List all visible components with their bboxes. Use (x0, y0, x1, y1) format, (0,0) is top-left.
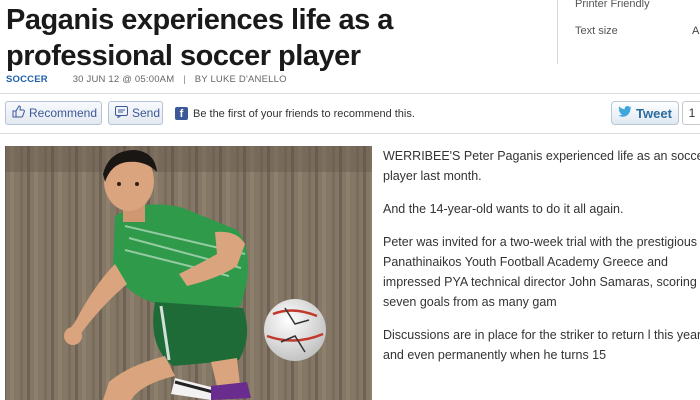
article-tools-panel: Printer Friendly Text size A (557, 0, 700, 64)
divider-bottom (0, 133, 700, 134)
tweet-count-badge: 1 (682, 101, 700, 125)
facebook-icon: f (175, 107, 188, 120)
article-body: WERRIBEE'S Peter Paganis experienced lif… (383, 146, 700, 378)
printer-friendly-link[interactable]: Printer Friendly (575, 0, 650, 10)
twitter-bird-icon (618, 105, 632, 121)
section-link[interactable]: SOCCER (6, 74, 48, 85)
meta-separator: | (183, 74, 186, 85)
publish-date: 30 JUN 12 @ 05:00AM (72, 74, 175, 85)
send-button[interactable]: Send (108, 101, 163, 125)
article-paragraph: Peter was invited for a two-week trial w… (383, 235, 698, 309)
byline: BY LUKE D'ANELLO (194, 74, 287, 85)
tweet-label: Tweet (636, 105, 672, 121)
text-size-option[interactable]: A (692, 25, 699, 37)
thumbs-up-icon (12, 105, 25, 121)
send-icon (115, 105, 128, 121)
article-headline: Paganis experiences life as a profession… (6, 4, 393, 72)
text-size-label: Text size (575, 25, 618, 37)
facebook-prompt: f Be the first of your friends to recomm… (175, 107, 415, 120)
facebook-prompt-text: Be the first of your friends to recommen… (193, 107, 415, 120)
tweet-button[interactable]: Tweet (611, 101, 679, 125)
article-photo (5, 146, 372, 400)
article-paragraph: And the 14-year-old wants to do it all a… (383, 202, 624, 216)
recommend-button[interactable]: Recommend (5, 101, 102, 125)
article-paragraph: WERRIBEE'S Peter Paganis experienced lif… (383, 149, 700, 183)
divider-top (0, 93, 700, 94)
recommend-label: Recommend (29, 106, 98, 120)
article-meta: SOCCER 30 JUN 12 @ 05:00AM | BY LUKE D'A… (6, 74, 287, 85)
article-paragraph: Discussions are in place for the striker… (383, 328, 700, 362)
send-label: Send (132, 106, 161, 120)
